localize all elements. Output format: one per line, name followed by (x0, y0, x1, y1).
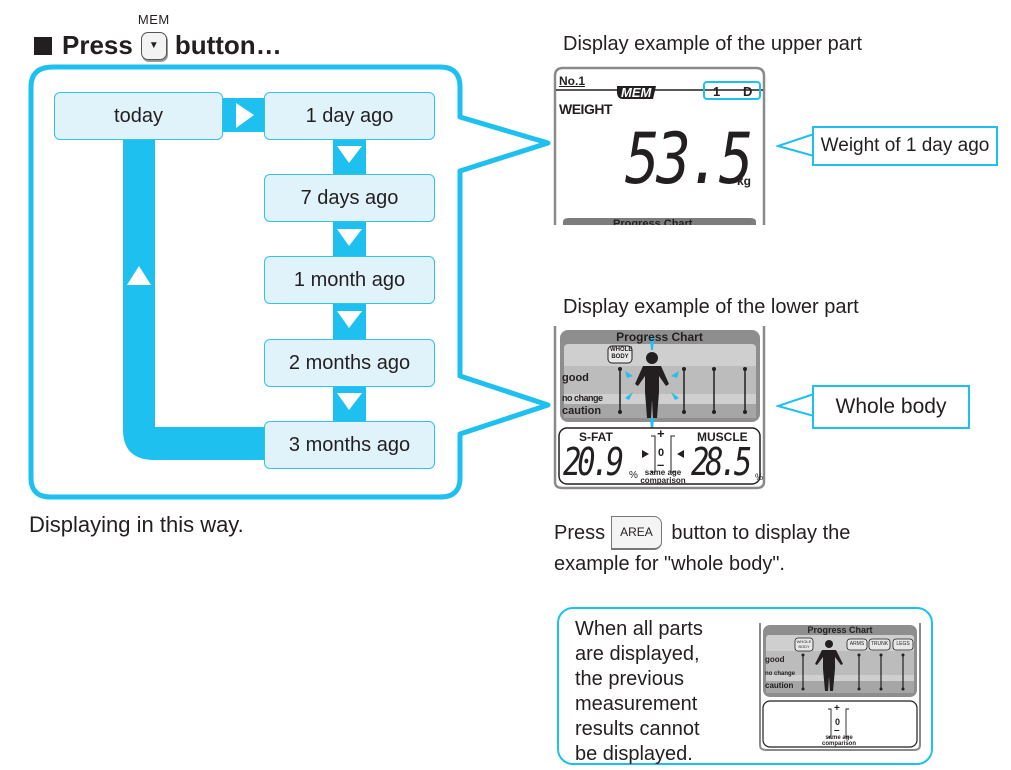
tag-whole-body: WHOLE BODY (796, 639, 812, 649)
upper-lcd-display: No.1 MEM 1 D WEIGHT 53.5 kg Progress Cha… (553, 66, 766, 225)
info-line: results cannot (575, 718, 700, 740)
progress-chart-title: Progress Chart (616, 330, 703, 344)
all-same-age-comparison: same age comparison (814, 735, 864, 747)
comparison-line2: comparison (640, 476, 686, 485)
step-7-days-ago: 7 days ago (264, 174, 435, 222)
info-text: When all parts are displayed, the previo… (575, 617, 745, 767)
area-note-prefix: Press (554, 522, 606, 544)
weight-value: 53.5 (625, 118, 753, 200)
weight-label: WEIGHT (559, 101, 613, 117)
all-level-good: good (765, 655, 785, 664)
loop-back-bar (123, 137, 270, 460)
callout-whole-body: Whole body (812, 385, 970, 429)
all-level-caution: caution (765, 681, 794, 690)
all-parts-lcd: Progress Chart WHOLE BODY ARMS TRUNK LEG… (759, 623, 921, 751)
period-value: 1 (713, 84, 721, 99)
lower-example-title: Display example of the lower part (563, 296, 859, 318)
callout-pointer-weight (776, 133, 815, 157)
info-line: measurement (575, 693, 698, 715)
muscle-unit: % (755, 472, 764, 482)
area-note-suffix: button to display the (671, 522, 851, 544)
info-line: When all parts (575, 618, 703, 640)
whole-body-tag-line1: WHOLE (610, 347, 633, 353)
muscle-value: 28.5 (691, 440, 752, 484)
upper-example-title: Display example of the upper part (563, 33, 863, 55)
user-number: No.1 (559, 74, 586, 88)
info-box: When all parts are displayed, the previo… (557, 607, 933, 765)
callout-weight: Weight of 1 day ago (812, 126, 998, 166)
step-2-months-ago: 2 months ago (264, 339, 435, 387)
step-1-month-ago: 1 month ago (264, 256, 435, 304)
step-3-months-ago: 3 months ago (264, 421, 435, 469)
flow-caption: Displaying in this way. (29, 512, 244, 537)
info-line: the previous (575, 668, 684, 690)
info-line: are displayed, (575, 643, 700, 665)
info-line: be displayed. (575, 743, 693, 765)
level-good: good (562, 372, 589, 384)
mem-indicator: MEM (621, 85, 652, 100)
tag-legs: LEGS (896, 641, 910, 647)
level-no-change: no change (562, 393, 603, 403)
tag-arms: ARMS (849, 641, 865, 647)
all-parts-chart-title: Progress Chart (807, 625, 873, 635)
whole-body-tag: WHOLE BODY (610, 347, 633, 361)
level-caution: caution (562, 405, 602, 417)
same-age-comparison: same age comparison (633, 469, 693, 485)
whole-body-tag-line2: BODY (611, 354, 629, 360)
progress-chart-peek: Progress Chart (613, 218, 693, 225)
scale-plus: + (657, 426, 665, 441)
tag-trunk: TRUNK (870, 641, 889, 647)
all-scale-plus: + (834, 703, 840, 714)
weight-unit: kg (737, 174, 752, 188)
callout-pointer-whole-body (776, 393, 815, 417)
area-note: Press AREA button to display the example … (554, 516, 850, 578)
all-comparison-line2: comparison (821, 741, 856, 747)
step-today: today (54, 92, 223, 140)
period-unit: D (743, 84, 753, 99)
area-note-line2: example for "whole body". (554, 553, 785, 575)
area-key-icon: AREA (611, 516, 662, 550)
sfat-value: 20.9 (563, 440, 624, 484)
all-level-no-change: no change (765, 671, 796, 677)
step-1-day-ago: 1 day ago (264, 92, 435, 140)
lower-lcd-display: Progress Chart WHOLE BODY good no change… (553, 326, 766, 490)
